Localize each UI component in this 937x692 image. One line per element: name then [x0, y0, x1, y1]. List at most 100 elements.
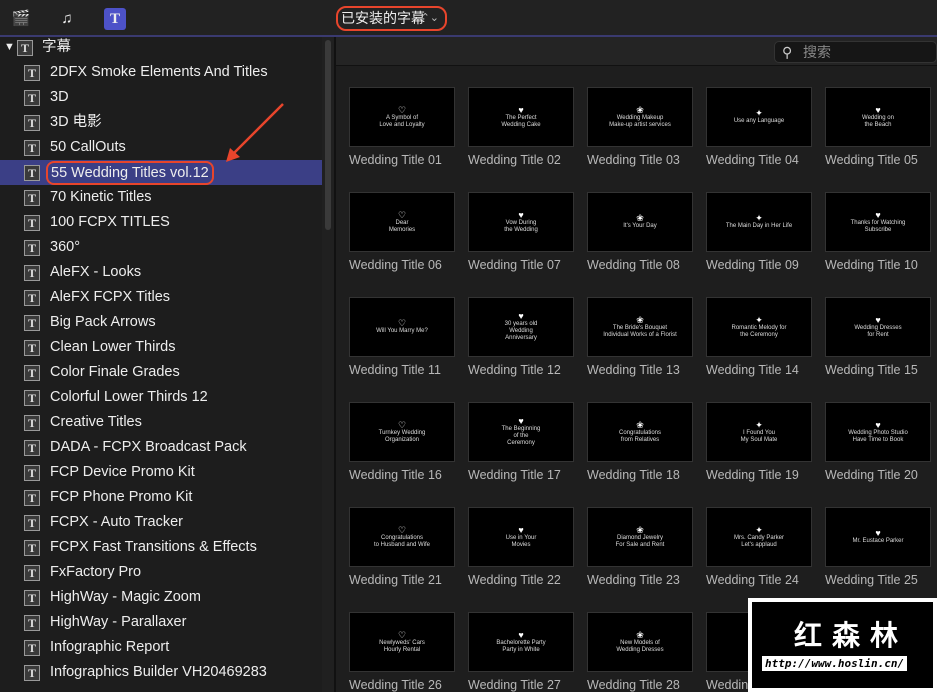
sidebar-item-label: Infographic Report	[50, 639, 170, 655]
sidebar-item-label: HighWay - Parallaxer	[50, 614, 187, 630]
thumbnail-text: New Models of	[620, 639, 660, 646]
sidebar-item[interactable]: T 50 CallOuts	[0, 135, 322, 160]
title-thumbnail[interactable]: ❀ Diamond Jewelry For Sale and Rent Wedding…	[587, 507, 693, 587]
music-sound-icon[interactable]: ♫	[56, 8, 78, 30]
sidebar-item-label: HighWay - Magic Zoom	[50, 589, 201, 605]
sidebar-root[interactable]: ▼ T 字幕	[0, 37, 322, 60]
title-thumbnail[interactable]: ♡ A Symbol of Love and Loyalty Wedding Titl…	[349, 87, 455, 167]
title-caption: Wedding Title 14	[706, 363, 799, 377]
thumbnail-text: of the	[513, 433, 529, 439]
title-caption: Wedding Title 10	[825, 258, 918, 272]
title-caption: Wedding Title 06	[349, 258, 442, 272]
thumbnail-text: the Beach	[864, 121, 892, 128]
ornament-icon: ♥	[518, 311, 524, 321]
sidebar-item[interactable]: T FxFactory Pro	[0, 560, 322, 585]
title-icon: T	[24, 390, 40, 406]
sidebar-item[interactable]: T AleFX - Looks	[0, 260, 322, 285]
title-thumbnail[interactable]: ✦ Use any Language Wedding Title 04	[706, 87, 812, 167]
ornament-icon: ♥	[518, 629, 524, 640]
title-thumbnail[interactable]: ♥ Vow During the Wedding Wedding Title 07	[468, 192, 574, 272]
thumbnail-text: Wedding on	[862, 114, 894, 121]
title-thumbnail[interactable]: ♥ Thanks for Watching Subscribe Wedding Tit…	[825, 192, 931, 272]
title-thumbnail[interactable]: ♥ Bachelorette Party Party in White Wedding…	[468, 612, 574, 692]
sidebar-item[interactable]: T FCP Phone Promo Kit	[0, 485, 322, 510]
title-caption: Wedding Title 04	[706, 153, 799, 167]
title-thumbnail[interactable]: ♥ The Beginning of the Ceremony Wedding Titl…	[468, 402, 574, 482]
sidebar-scroll-thumb[interactable]	[325, 40, 331, 230]
sidebar-item[interactable]: T Clean Lower Thirds	[0, 335, 322, 360]
sidebar-item[interactable]: T 55 Wedding Titles vol.12	[0, 160, 322, 185]
sidebar-item[interactable]: T FCPX - Auto Tracker	[0, 510, 322, 535]
title-thumbnail[interactable]: ♡ Dear Memories Wedding Title 06	[349, 192, 455, 272]
title-thumbnail[interactable]: ✦ Mrs. Candy Parker Let's applaud Wedding T…	[706, 507, 812, 587]
sidebar-item[interactable]: T Colorful Lower Thirds 12	[0, 385, 322, 410]
title-thumbnail[interactable]: ♡ Newlyweds' Cars Hourly Rental Wedding Tit…	[349, 612, 455, 692]
thumbnail-text: Wedding Dresses	[854, 324, 902, 331]
thumbnail-preview: ♡ Congratulations to Husband and Wife	[349, 507, 455, 567]
title-icon: T	[24, 190, 40, 206]
thumbnail-preview: ✦ The Main Day in Her Life	[706, 192, 812, 252]
sidebar-item[interactable]: T 2DFX Smoke Elements And Titles	[0, 60, 322, 85]
title-thumbnail[interactable]: ♥ Wedding Photo Studio Have Time to Book We…	[825, 402, 931, 482]
sidebar-root-label: 字幕	[42, 39, 71, 55]
title-thumbnail[interactable]: ♥ 30 years old Wedding Anniversary Wedding T…	[468, 297, 574, 377]
sidebar-item[interactable]: T AleFX FCPX Titles	[0, 285, 322, 310]
titles-icon[interactable]: T	[104, 8, 126, 30]
title-thumbnail[interactable]: ♥ Wedding on the Beach Wedding Title 05	[825, 87, 931, 167]
sidebar-item[interactable]: T FCP Device Promo Kit	[0, 460, 322, 485]
title-thumbnail[interactable]: ✦ I Found You My Soul Mate Wedding Title 19	[706, 402, 812, 482]
title-thumbnail[interactable]: ❀ Congratulations from Relatives Wedding Ti…	[587, 402, 693, 482]
sidebar-item[interactable]: T 70 Kinetic Titles	[0, 185, 322, 210]
title-thumbnail[interactable]: ✦ Romantic Melody for the Ceremony Wedding …	[706, 297, 812, 377]
sidebar-item[interactable]: T Big Pack Arrows	[0, 310, 322, 335]
sidebar-item[interactable]: T HighWay - Parallaxer	[0, 610, 322, 635]
title-thumbnail[interactable]: ✦ The Main Day in Her Life Wedding Title 0…	[706, 192, 812, 272]
title-thumbnail[interactable]: ❀ It's Your Day Wedding Title 08	[587, 192, 693, 272]
title-thumbnail[interactable]: ♥ Wedding Dresses for Rent Wedding Title 15	[825, 297, 931, 377]
thumbnail-text: Bachelorette Party	[496, 639, 546, 646]
sidebar-item[interactable]: T Infographic Report	[0, 635, 322, 660]
magnifier-icon: ⚲	[782, 44, 793, 60]
thumbnail-text: The Beginning	[501, 426, 541, 432]
sidebar-item[interactable]: T 3D 电影	[0, 110, 322, 135]
sidebar-item[interactable]: T 3D	[0, 85, 322, 110]
thumbnail-preview: ❀ The Bride's Bouquet Individual Works of …	[587, 297, 693, 357]
thumbnail-text: Romantic Melody for	[731, 324, 787, 331]
title-thumbnail[interactable]: ❀ The Bride's Bouquet Individual Works of …	[587, 297, 693, 377]
title-thumbnail[interactable]: ❀ New Models of Wedding Dresses Wedding Tit…	[587, 612, 693, 692]
sidebar-item[interactable]: T Infographics Builder VH20469283	[0, 660, 322, 685]
thumbnail-text: Turnkey Wedding	[378, 429, 426, 436]
sidebar-item-label: FCP Device Promo Kit	[50, 464, 195, 480]
ornament-icon: ♥	[518, 104, 524, 115]
toolbar: 🎬 ♫ T 已安装的字幕 ⌃⌄	[0, 0, 937, 37]
title-thumbnail[interactable]: ❀ Wedding Makeup Make-up artist services We…	[587, 87, 693, 167]
title-thumbnail[interactable]: ♡ Turnkey Wedding Organization Wedding Titl…	[349, 402, 455, 482]
sidebar-item[interactable]: T 360°	[0, 235, 322, 260]
title-thumbnail[interactable]: ♡ Congratulations to Husband and Wife Weddi…	[349, 507, 455, 587]
sidebar-item[interactable]: T DADA - FCPX Broadcast Pack	[0, 435, 322, 460]
library-selector[interactable]: 已安装的字幕 ⌃⌄	[336, 6, 447, 31]
sidebar-item[interactable]: T HighWay - Magic Zoom	[0, 585, 322, 610]
title-icon: T	[24, 615, 40, 631]
chevron-updown-icon: ⌃⌄	[420, 12, 439, 24]
title-thumbnail[interactable]: ♥ The Perfect Wedding Cake Wedding Title 02	[468, 87, 574, 167]
thumbnail-text: Ceremony	[507, 440, 535, 446]
disclosure-triangle-icon[interactable]: ▼	[4, 37, 15, 60]
title-thumbnail[interactable]: ♥ Mr. Eustace Parker Wedding Title 25	[825, 507, 931, 587]
movie-clapper-icon[interactable]: 🎬	[10, 8, 32, 30]
title-thumbnail[interactable]: ♡ Will You Marry Me? Wedding Title 11	[349, 297, 455, 377]
sidebar-item[interactable]: T Color Finale Grades	[0, 360, 322, 385]
title-caption: Wedding Title 18	[587, 468, 680, 482]
search-input[interactable]: ⚲ 搜索	[774, 41, 937, 63]
thumbnail-text: Will You Marry Me?	[376, 328, 428, 334]
thumbnail-text: Let's applaud	[741, 541, 777, 548]
sidebar-item[interactable]: T Creative Titles	[0, 410, 322, 435]
title-caption: Wedding Title 15	[825, 363, 918, 377]
sidebar-item[interactable]: T FCPX Fast Transitions & Effects	[0, 535, 322, 560]
title-thumbnail[interactable]: ♥ Use in Your Movies Wedding Title 22	[468, 507, 574, 587]
thumbnail-preview: ❀ Congratulations from Relatives	[587, 402, 693, 462]
thumbnail-text: I Found You	[742, 429, 776, 436]
thumbnail-text: Use in Your	[505, 534, 537, 541]
thumbnail-text: Congratulations	[380, 534, 424, 541]
sidebar-item[interactable]: T 100 FCPX TITLES	[0, 210, 322, 235]
